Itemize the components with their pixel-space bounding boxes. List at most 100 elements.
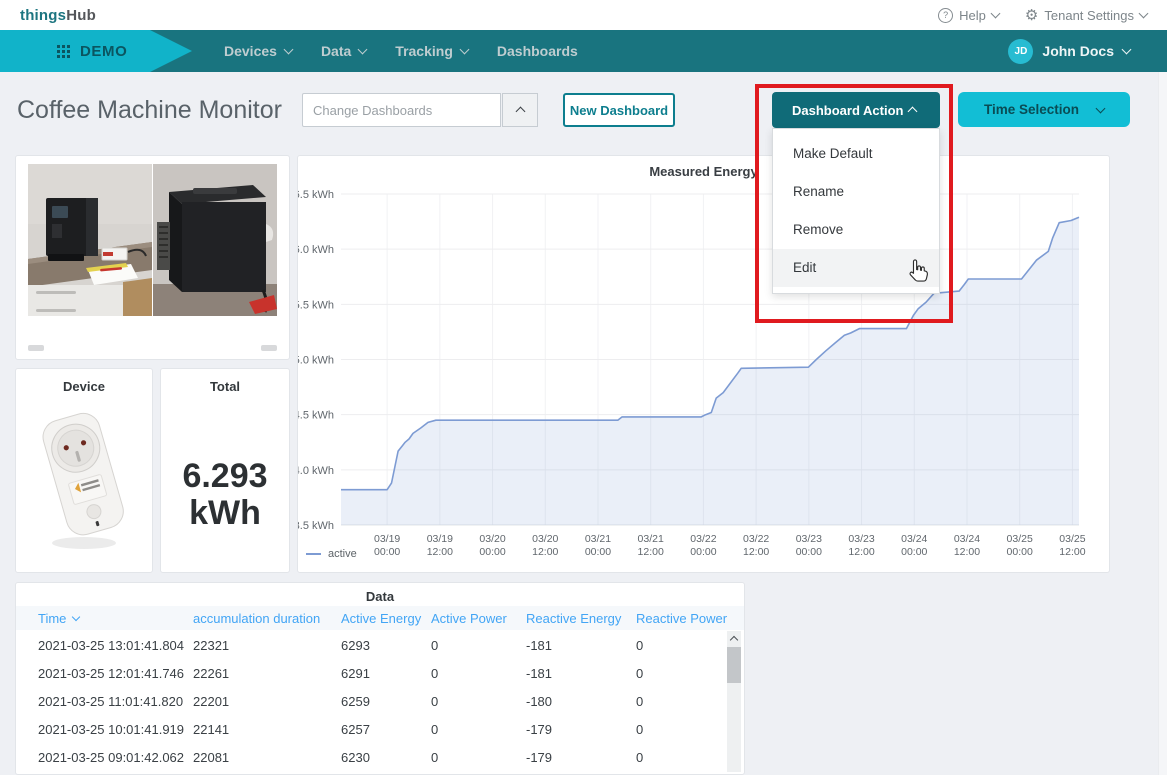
table-header-row: Time accumulation duration Active Energy… [16, 606, 744, 630]
table-cell: 6257 [341, 721, 370, 737]
table-cell: 22141 [193, 721, 230, 737]
table-row: 2021-03-25 11:01:41.820 22201 6259 0 -180 0 [16, 687, 726, 715]
tenant-settings-menu[interactable]: ⚙ Tenant Settings [1025, 7, 1149, 23]
nav-label: Dashboards [496, 43, 578, 59]
device-widget: Device [15, 368, 153, 573]
page-scrollbar[interactable] [1158, 72, 1167, 775]
nav-label: Tracking [395, 43, 453, 59]
images-widget [15, 155, 290, 360]
new-dashboard-label: New Dashboard [569, 102, 669, 118]
chevron-down-icon [990, 8, 1001, 19]
total-value: 6.293 kWh [161, 458, 289, 531]
table-cell: 0 [636, 749, 644, 765]
column-header-reactive-power[interactable]: Reactive Power [636, 611, 744, 626]
scroll-up-button[interactable] [727, 631, 741, 646]
svg-text:03/2500:00: 03/25 00:00 [1007, 533, 1033, 558]
nav-item-data[interactable]: Data [321, 43, 368, 59]
dashboard-action-label: Dashboard Action [792, 102, 904, 118]
table-cell: 22261 [193, 665, 230, 681]
table-cell: 0 [431, 637, 439, 653]
scrollbar-thumb[interactable] [727, 647, 741, 683]
chevron-up-icon [515, 106, 525, 117]
page-title: Coffee Machine Monitor [17, 96, 282, 124]
column-header-active-power[interactable]: Active Power [431, 611, 526, 626]
column-header-time[interactable]: Time [38, 611, 193, 626]
svg-text:03/2000:00: 03/20 00:00 [479, 533, 505, 558]
nav-item-devices[interactable]: Devices [224, 43, 294, 59]
total-widget-title: Total [209, 379, 241, 394]
thingshub-logo: thingsHub [20, 7, 96, 24]
chart-legend[interactable]: active [306, 548, 357, 560]
menu-item-remove[interactable]: Remove [773, 211, 939, 249]
horizontal-scrollbar-left[interactable] [28, 345, 44, 351]
chevron-down-icon [283, 44, 294, 55]
column-header-label: accumulation duration [193, 610, 321, 626]
svg-text:6.5 kWh: 6.5 kWh [298, 189, 334, 201]
time-selection-label: Time Selection [984, 102, 1080, 117]
tenant-tab-demo[interactable]: DEMO [0, 30, 192, 72]
change-dashboards-toggle-button[interactable] [502, 93, 538, 127]
svg-text:03/2400:00: 03/24 00:00 [901, 533, 927, 558]
svg-text:03/2112:00: 03/21 12:00 [638, 533, 664, 558]
table-cell: 6230 [341, 749, 370, 765]
help-menu[interactable]: ? Help [938, 7, 1001, 23]
column-header-accumulation-duration[interactable]: accumulation duration [193, 611, 341, 626]
table-cell: -179 [526, 749, 553, 765]
apps-grid-icon [57, 44, 70, 58]
nav-item-tracking[interactable]: Tracking [395, 43, 470, 59]
table-row: 2021-03-25 10:01:41.919 22141 6257 0 -179 0 [16, 715, 726, 743]
table-row: 2021-03-25 13:01:41.804 22321 6293 0 -181 0 [16, 631, 726, 659]
coffee-machine-photo-right [153, 164, 277, 316]
svg-text:4.5 kWh: 4.5 kWh [298, 410, 334, 422]
table-cell: 22201 [193, 693, 230, 709]
data-table-widget: Data Time accumulation duration Active E… [15, 582, 745, 775]
svg-text:5.5 kWh: 5.5 kWh [298, 299, 334, 311]
menu-item-make-default[interactable]: Make Default [773, 135, 939, 173]
nav-label: Devices [224, 43, 277, 59]
coffee-machine-photo-left [28, 164, 152, 316]
menu-item-rename[interactable]: Rename [773, 173, 939, 211]
svg-text:03/2100:00: 03/21 00:00 [585, 533, 611, 558]
table-cell: 0 [431, 693, 439, 709]
svg-text:6.0 kWh: 6.0 kWh [298, 244, 334, 256]
table-cell: -181 [526, 637, 553, 653]
user-menu[interactable]: JD John Docs [1008, 30, 1132, 72]
main-nav: Devices Data Tracking Dashboards [224, 30, 578, 72]
svg-text:4.0 kWh: 4.0 kWh [298, 465, 334, 477]
column-header-reactive-energy[interactable]: Reactive Energy [526, 611, 636, 626]
page: { "topbar": { "logo_things": "things", "… [0, 0, 1167, 775]
table-cell: 6293 [341, 637, 370, 653]
logo-hub: Hub [66, 6, 96, 24]
main-navbar: DEMO Devices Data Tracking Dashboards JD… [0, 30, 1167, 72]
svg-text:03/2312:00: 03/23 12:00 [848, 533, 874, 558]
table-cell: 0 [636, 721, 644, 737]
table-cell: 2021-03-25 10:01:41.919 [38, 721, 185, 737]
nav-item-dashboards[interactable]: Dashboards [497, 43, 578, 59]
table-cell: -181 [526, 665, 553, 681]
table-cell: 0 [636, 665, 644, 681]
chevron-down-icon [1095, 103, 1106, 113]
table-cell: 2021-03-25 13:01:41.804 [38, 637, 185, 653]
svg-text:03/2200:00: 03/22 00:00 [690, 533, 716, 558]
column-header-active-energy[interactable]: Active Energy [341, 611, 431, 626]
chevron-up-icon [907, 106, 918, 117]
table-cell: 0 [636, 637, 644, 653]
tenant-settings-label: Tenant Settings [1044, 7, 1134, 23]
column-header-label: Active Power [431, 610, 507, 626]
time-selection-button[interactable]: Time Selection [958, 92, 1130, 127]
menu-item-edit[interactable]: Edit [773, 249, 939, 287]
dashboard-action-button[interactable]: Dashboard Action [772, 92, 940, 128]
change-dashboards-combobox [302, 93, 538, 127]
table-row: 2021-03-25 09:01:42.062 22081 6230 0 -179 0 [16, 743, 726, 771]
table-cell: 0 [431, 749, 439, 765]
svg-text:03/2300:00: 03/23 00:00 [796, 533, 822, 558]
change-dashboards-input[interactable] [302, 93, 501, 127]
horizontal-scrollbar-right[interactable] [261, 345, 277, 351]
chevron-down-icon [1121, 44, 1132, 55]
column-header-label: Time [38, 610, 67, 626]
legend-line-swatch [306, 553, 321, 555]
device-widget-title: Device [63, 379, 105, 394]
dashboard-action-dropdown: Make Default Rename Remove Edit [772, 128, 940, 294]
new-dashboard-button[interactable]: New Dashboard [563, 93, 675, 127]
table-cell: 2021-03-25 12:01:41.746 [38, 665, 185, 681]
